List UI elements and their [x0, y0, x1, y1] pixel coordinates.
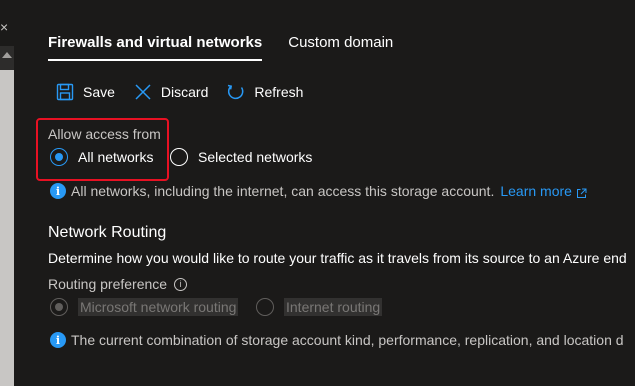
external-link-icon[interactable]	[576, 186, 587, 198]
discard-label: Discard	[160, 84, 209, 100]
refresh-button[interactable]: Refresh	[226, 82, 303, 102]
network-routing-description: Determine how you would like to route yo…	[48, 250, 627, 266]
radio-internet-routing-label: Internet routing	[284, 298, 383, 316]
radio-selected-networks[interactable]: Selected networks	[170, 148, 312, 166]
close-icon[interactable]: ×	[0, 20, 10, 34]
tab-bar: Firewalls and virtual networks Custom do…	[48, 33, 393, 61]
info-icon: i	[50, 183, 66, 199]
radio-microsoft-routing-label: Microsoft network routing	[78, 298, 239, 316]
save-button[interactable]: Save	[55, 82, 115, 102]
save-icon	[55, 82, 75, 102]
tab-custom-domain[interactable]: Custom domain	[288, 33, 393, 61]
access-info-message: i All networks, including the internet, …	[50, 183, 587, 199]
allow-access-label: Allow access from	[48, 126, 161, 142]
routing-preference-label: Routing preference i	[48, 276, 188, 292]
refresh-label: Refresh	[254, 84, 304, 100]
radio-circle-selected-disabled	[50, 298, 68, 316]
routing-info-text: The current combination of storage accou…	[71, 332, 624, 348]
routing-preference-text: Routing preference	[48, 276, 168, 292]
discard-icon	[133, 82, 153, 102]
info-tooltip-icon[interactable]: i	[174, 277, 188, 291]
radio-all-networks[interactable]: All networks	[50, 148, 153, 166]
radio-selected-networks-label: Selected networks	[198, 149, 313, 165]
toolbar: Save Discard Refresh	[55, 82, 321, 102]
access-info-text: All networks, including the internet, ca…	[71, 183, 495, 199]
tab-firewalls-virtual-networks[interactable]: Firewalls and virtual networks	[48, 33, 263, 61]
radio-circle	[170, 148, 188, 166]
save-label: Save	[83, 84, 115, 100]
radio-internet-routing[interactable]: Internet routing	[256, 298, 383, 316]
scrollbar-thumb[interactable]	[0, 70, 14, 386]
radio-circle-selected	[50, 148, 68, 166]
refresh-icon	[226, 82, 246, 102]
radio-microsoft-network-routing[interactable]: Microsoft network routing	[50, 298, 239, 316]
learn-more-link[interactable]: Learn more	[500, 183, 572, 199]
discard-button[interactable]: Discard	[133, 82, 208, 102]
scroll-up-icon[interactable]	[2, 52, 12, 58]
network-routing-heading: Network Routing	[48, 224, 167, 241]
radio-circle-disabled	[256, 298, 274, 316]
info-icon: i	[50, 332, 66, 348]
routing-info-message: i The current combination of storage acc…	[50, 332, 624, 348]
radio-all-networks-label: All networks	[78, 149, 154, 165]
